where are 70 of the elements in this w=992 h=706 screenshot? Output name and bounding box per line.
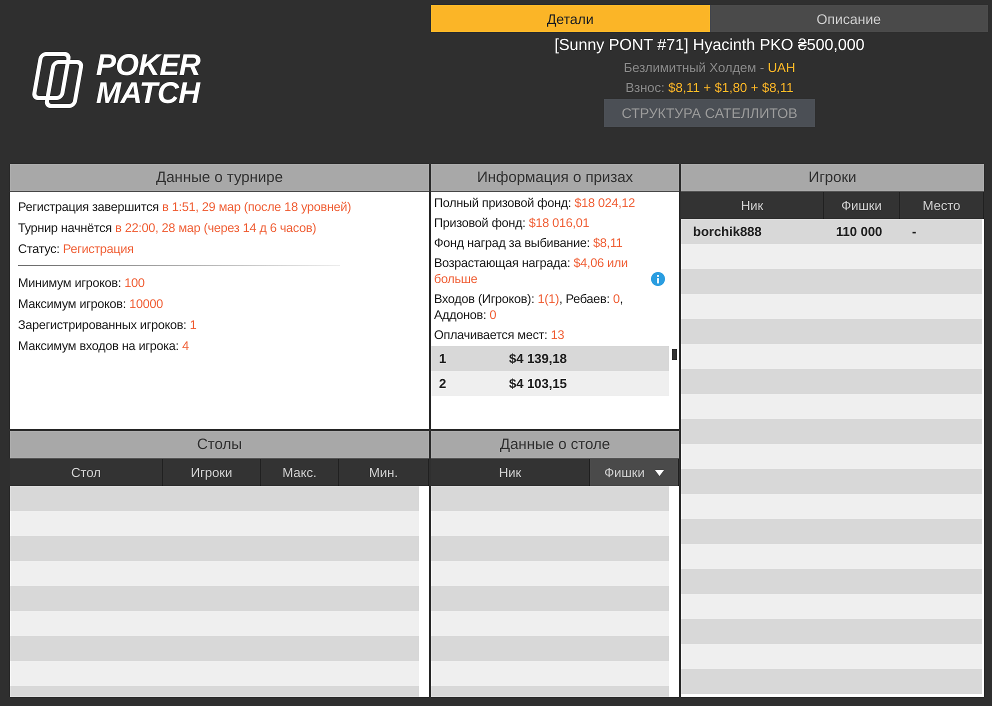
table-row[interactable] xyxy=(681,444,982,469)
table-row[interactable] xyxy=(10,486,419,511)
table-row[interactable] xyxy=(681,619,982,644)
info-line: Турнир начнётся в 22:00, 28 мар (через 14 д 6 часов) xyxy=(18,220,318,236)
table-row[interactable] xyxy=(681,644,982,669)
place-cell-text: 1 xyxy=(439,351,448,366)
prize-cell-text: $4 103,15 xyxy=(509,376,568,391)
table-row[interactable] xyxy=(10,661,419,686)
buy-in: Взнос: $8,11 + $1,80 + $8,11 xyxy=(625,80,794,95)
panel-title: Данные о столе xyxy=(431,431,679,459)
tournament-title: [Sunny PONT #71] Hyacinth PKO ₴500,000 xyxy=(554,37,865,55)
tab[interactable]: Описание xyxy=(710,5,988,32)
info-line: Входов (Игроков): 1(1), Ребаев: 0, Аддонов: 0 xyxy=(434,291,624,323)
info-line: Максимум входов на игрока: 4 xyxy=(18,338,190,354)
table-row[interactable] xyxy=(681,319,982,344)
table-row[interactable] xyxy=(681,344,982,369)
place-cell-text: 2 xyxy=(439,376,448,391)
table-row[interactable]: borchik888 110 000 - xyxy=(681,219,982,244)
caret-icon xyxy=(654,470,664,476)
info-line: Максимум игроков: 10000 xyxy=(18,296,164,312)
table-row[interactable] xyxy=(681,394,982,419)
table-row[interactable] xyxy=(431,536,669,561)
table-row[interactable] xyxy=(681,269,982,294)
info-line: Призовой фонд: $18 016,01 xyxy=(434,215,590,231)
table-cell-text: borchik888 xyxy=(692,224,763,239)
table-row[interactable] xyxy=(431,586,669,611)
table-row[interactable] xyxy=(681,544,982,569)
table-row[interactable] xyxy=(681,494,982,519)
info-line: Фонд наград за выбивание: $8,11 xyxy=(434,235,624,251)
panel-title: Столы xyxy=(10,431,429,459)
table-cell-text: - xyxy=(911,224,918,239)
table-row[interactable] xyxy=(681,594,982,619)
table-row[interactable] xyxy=(10,511,419,536)
table-row[interactable] xyxy=(681,419,982,444)
info-line: Минимум игроков: 100 xyxy=(18,275,146,291)
table-cell-text: 110 000 xyxy=(835,224,884,239)
scrollbar-thumb[interactable] xyxy=(672,349,677,360)
table-row[interactable] xyxy=(431,611,669,636)
info-line: Возрастающая награда: $4,06 или больше xyxy=(434,255,629,287)
info-line: Статус: Регистрация xyxy=(18,241,135,257)
table-row[interactable] xyxy=(10,586,419,611)
prize-cell-text: $4 139,18 xyxy=(509,351,568,366)
table-row[interactable] xyxy=(10,536,419,561)
logo-text: POKER MATCH xyxy=(96,52,200,108)
table-row[interactable] xyxy=(10,611,419,636)
table-row[interactable] xyxy=(681,519,982,544)
table-row[interactable] xyxy=(681,569,982,594)
panel-title: Игроки xyxy=(681,164,984,192)
info-line: Оплачивается мест: 13 xyxy=(434,327,566,343)
table-row[interactable] xyxy=(681,294,982,319)
column-header[interactable]: Фишки xyxy=(590,459,679,486)
info-line: Регистрация завершится в 1:51, 29 мар (после 18 уровней) xyxy=(18,199,352,215)
info-icon[interactable] xyxy=(651,272,665,286)
info-line: Полный призовой фонд: $18 024,12 xyxy=(434,195,636,211)
game-type: Безлимитный Холдем - UAH xyxy=(624,60,796,75)
table-row[interactable] xyxy=(10,636,419,661)
table-row[interactable] xyxy=(431,561,669,586)
panel-title: Информация о призах xyxy=(431,164,679,192)
table-row[interactable] xyxy=(431,486,669,511)
table-row[interactable] xyxy=(681,369,982,394)
table-row[interactable] xyxy=(431,636,669,661)
table-row[interactable] xyxy=(681,469,982,494)
table-row[interactable] xyxy=(10,561,419,586)
table-row[interactable] xyxy=(431,511,669,536)
table-row[interactable] xyxy=(431,661,669,686)
table-row[interactable] xyxy=(681,669,982,694)
table-row[interactable] xyxy=(681,244,982,269)
tab[interactable]: Детали xyxy=(431,5,710,32)
panel-title: Данные о турнире xyxy=(10,164,429,192)
info-line: Зарегистрированных игроков: 1 xyxy=(18,317,198,333)
